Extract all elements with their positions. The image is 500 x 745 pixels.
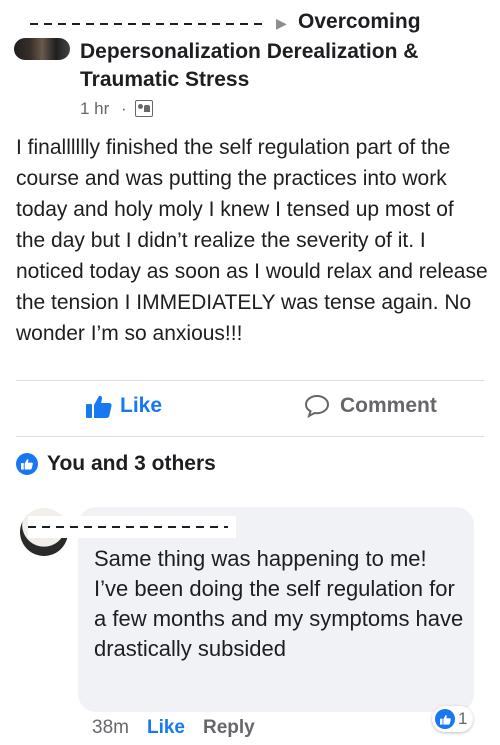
separator-dot: ·: [121, 99, 127, 118]
group-name-line2[interactable]: Depersonalization Derealization &: [80, 40, 418, 64]
thumbs-up-icon: [86, 395, 112, 418]
post-author-redacted: [30, 18, 268, 30]
comment-time[interactable]: 38m: [92, 717, 129, 739]
comment-author-redacted: [28, 516, 236, 538]
comment-like-count: 1: [458, 709, 468, 728]
comment-bubble-icon: [304, 394, 330, 418]
comment-reaction-count[interactable]: 1: [432, 706, 474, 732]
reaction-summary-text: You and 3 others: [47, 452, 216, 475]
comment-button[interactable]: Comment: [304, 394, 437, 418]
reaction-summary[interactable]: You and 3 others: [16, 452, 216, 476]
like-reaction-icon: [435, 709, 455, 729]
like-label: Like: [120, 394, 163, 417]
like-button[interactable]: Like: [86, 394, 162, 418]
group-name-line1[interactable]: Overcoming: [298, 10, 421, 34]
comment-reply-button[interactable]: Reply: [203, 717, 255, 739]
post-text: I finalllllly finished the self regulati…: [16, 136, 488, 345]
post-timestamp[interactable]: 1 hr: [80, 99, 109, 119]
comment-label: Comment: [340, 394, 437, 417]
comment-like-button[interactable]: Like: [147, 717, 185, 739]
avatar[interactable]: [14, 38, 70, 60]
like-reaction-icon: [16, 453, 38, 475]
play-arrow-icon: ▶: [276, 15, 287, 31]
group-audience-icon: [135, 100, 153, 117]
comment-meta: 38m Like Reply: [92, 717, 255, 739]
comment-text: Same thing was happening to me! I’ve bee…: [94, 546, 464, 661]
group-name-line3[interactable]: Traumatic Stress: [80, 68, 249, 92]
divider: [16, 380, 484, 381]
divider: [16, 436, 484, 437]
